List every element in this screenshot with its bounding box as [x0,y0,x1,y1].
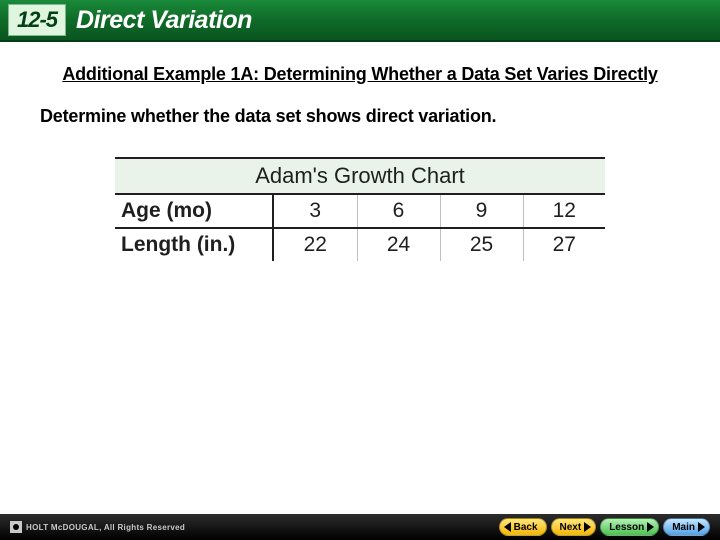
copyright: HOLT McDOUGAL, All Rights Reserved [10,521,185,533]
example-heading: Additional Example 1A: Determining Wheth… [28,62,692,86]
cell: 9 [440,195,523,228]
cell: 22 [273,228,357,261]
next-button[interactable]: Next [551,518,597,536]
table-row: Age (mo) 3 6 9 12 [115,195,605,228]
lesson-button[interactable]: Lesson [600,518,659,536]
cell: 3 [273,195,357,228]
arrow-right-icon [584,522,591,532]
data-table: Age (mo) 3 6 9 12 Length (in.) 22 24 25 … [115,195,605,261]
slide-footer: HOLT McDOUGAL, All Rights Reserved Back … [0,514,720,540]
slide-header: 12-5 Direct Variation [0,0,720,42]
cell: 24 [357,228,440,261]
lesson-label: Lesson [609,522,644,533]
row-label-length: Length (in.) [115,228,273,261]
example-instruction: Determine whether the data set shows dir… [28,104,692,128]
row-label-age: Age (mo) [115,195,273,228]
chart-title: Adam's Growth Chart [115,157,605,195]
cell: 12 [523,195,605,228]
section-number: 12-5 [8,4,66,36]
arrow-right-icon [647,522,654,532]
copyright-text: HOLT McDOUGAL, All Rights Reserved [26,523,185,532]
arrow-right-icon [698,522,705,532]
cell: 25 [440,228,523,261]
cell: 6 [357,195,440,228]
growth-chart: Adam's Growth Chart Age (mo) 3 6 9 12 Le… [115,157,605,261]
slide-content: Additional Example 1A: Determining Wheth… [0,42,720,281]
arrow-left-icon [504,522,511,532]
main-label: Main [672,522,695,533]
slide-title: Direct Variation [76,6,252,35]
main-button[interactable]: Main [663,518,710,536]
publisher-logo-icon [10,521,22,533]
back-button[interactable]: Back [499,518,547,536]
next-label: Next [560,522,582,533]
nav-controls: Back Next Lesson Main [499,518,710,536]
table-row: Length (in.) 22 24 25 27 [115,228,605,261]
cell: 27 [523,228,605,261]
back-label: Back [514,522,538,533]
